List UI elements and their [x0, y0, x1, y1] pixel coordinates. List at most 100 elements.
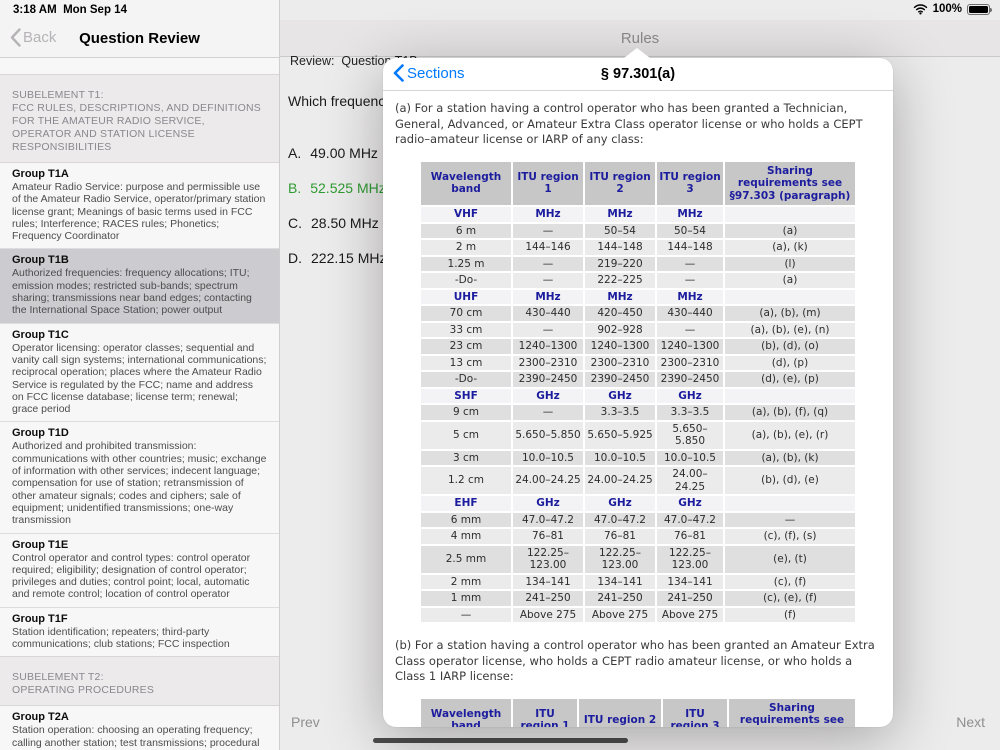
- table-row: — Above 275 Above 275 Above 275 (f): [421, 607, 855, 622]
- sidebar-item-group-t1e[interactable]: Group T1E Control operator and control ty…: [0, 532, 279, 607]
- table-cell: GHz: [513, 496, 583, 511]
- group-title: Group T1B: [12, 254, 69, 267]
- table-row: 6 mm 47.0–47.2 47.0–47.2 47.0–47.2—: [421, 512, 855, 527]
- answer-text: 222.15 MHz: [311, 250, 387, 266]
- frequency-table-b: Wavelength band ITU region 1 ITU region 2I…: [419, 697, 857, 727]
- table-cell: 23 cm: [421, 339, 511, 354]
- table-cell: (d), (p): [725, 355, 855, 370]
- column-header: Wavelength band: [421, 698, 511, 727]
- sidebar-item-group-t1a[interactable]: Group T1A Amateur Radio Service: purpose …: [0, 163, 279, 248]
- horizontal-scrollbar[interactable]: [373, 738, 628, 743]
- answer-row[interactable]: D. 222.15 MHz: [288, 250, 386, 266]
- table-cell: (a), (b), (e), (r): [725, 421, 855, 449]
- next-button[interactable]: Next: [956, 714, 985, 730]
- table-cell: 2.5 mm: [421, 545, 511, 573]
- rule-paragraph-b: (b) For a station having a control opera…: [395, 638, 875, 683]
- answer-letter: B.: [288, 180, 302, 196]
- table-cell: 47.0–47.2: [657, 512, 723, 527]
- table-cell: 134–141: [657, 574, 723, 589]
- group-description: Authorized frequencies: frequency alloca…: [12, 267, 252, 317]
- table-row: 1 mm 241–250 241–250 241–250 (c), (e), (f): [421, 591, 855, 606]
- table-cell: 2300–2310: [657, 355, 723, 370]
- table-cell: 10.0–10.5: [513, 450, 583, 465]
- table-row: 9 cm —3.3–3.5 3.3–3.5 (a), (b), (f), (q): [421, 405, 855, 420]
- table-cell: Above 275: [585, 607, 655, 622]
- table-row: 1.2 cm 24.00–24.25 24.00–24.25 24.00–24.25(…: [421, 467, 855, 494]
- table-cell: 33 cm: [421, 322, 511, 337]
- table-cell: EHF: [421, 496, 511, 511]
- table-cell: 2300–2310: [513, 355, 583, 370]
- table-cell: GHz: [657, 388, 723, 403]
- table-cell: 24.00–24.25: [657, 467, 723, 494]
- column-header: ITU region 3: [657, 161, 723, 205]
- rules-popover: Sections § 97.301(a) (a) For a station h…: [383, 58, 893, 727]
- table-row: EHF GHz GHz GHz: [421, 496, 855, 511]
- table-cell: (c), (f): [725, 574, 855, 589]
- popover-header: Sections § 97.301(a): [383, 58, 893, 91]
- table-cell: 1240–1300: [585, 339, 655, 354]
- table-cell: 430–440: [513, 306, 583, 321]
- column-header: Sharing requirements see §97.303 (paragr…: [725, 161, 855, 205]
- status-bar: 3:18 AM Mon Sep 14 100%: [0, 0, 1000, 20]
- table-cell: MHz: [513, 207, 583, 222]
- table-cell: 134–141: [585, 574, 655, 589]
- popover-arrow: [624, 48, 650, 58]
- table-cell: —: [657, 256, 723, 271]
- group-description: Amateur Radio Service: purpose and permi…: [12, 181, 266, 243]
- table-cell: 9 cm: [421, 405, 511, 420]
- group-description: Operator licensing: operator classes; se…: [12, 341, 267, 416]
- table-cell: (b), (d), (o): [725, 339, 855, 354]
- table-cell: —: [725, 512, 855, 527]
- table-cell: 2 mm: [421, 574, 511, 589]
- table-cell: GHz: [513, 388, 583, 403]
- table-cell: [725, 496, 855, 511]
- table-cell: 1.2 cm: [421, 467, 511, 494]
- table-cell: 122.25–123.00: [585, 545, 655, 573]
- column-header: ITU region 2: [585, 161, 655, 205]
- answer-row[interactable]: C. 28.50 MHz: [288, 215, 386, 231]
- table-row: UHF MHz MHz MHz: [421, 289, 855, 304]
- status-time-date: 3:18 AM Mon Sep 14: [13, 4, 127, 16]
- table-cell: GHz: [585, 496, 655, 511]
- sidebar-item-group-t1f[interactable]: Group T1F Station identification; repeate…: [0, 606, 279, 657]
- answer-text: 52.525 MHz: [310, 180, 386, 196]
- group-title: Group T1F: [12, 612, 68, 625]
- table-row: 2 m 144–146 144–148 144–148 (a), (k): [421, 240, 855, 255]
- sidebar-item-group-t1d[interactable]: Group T1D Authorized and prohibited trans…: [0, 421, 279, 532]
- table-row: 23 cm 1240–1300 1240–1300 1240–1300 (b), (d)…: [421, 339, 855, 354]
- rule-section-title: § 97.301(a): [600, 66, 676, 82]
- rule-content: (a) For a station having a control opera…: [383, 91, 893, 727]
- sidebar-item-group-t2a[interactable]: Group T2A Station operation: choosing an …: [0, 706, 279, 750]
- answer-text: 28.50 MHz: [311, 215, 379, 231]
- answer-row[interactable]: B. 52.525 MHz: [288, 180, 386, 196]
- table-cell: 5.650–5.850: [657, 421, 723, 449]
- table-row: 2 mm 134–141 134–141 134–141 (c), (f): [421, 574, 855, 589]
- table-cell: (a), (b), (f), (q): [725, 405, 855, 420]
- table-cell: 10.0–10.5: [657, 450, 723, 465]
- table-row: 13 cm 2300–2310 2300–2310 2300–2310 (d), (p): [421, 355, 855, 370]
- group-title: Group T1D: [12, 427, 69, 440]
- group-title: Group T1E: [12, 538, 69, 551]
- table-cell: 70 cm: [421, 306, 511, 321]
- group-title: Group T1C: [12, 328, 69, 341]
- table-cell: 76–81: [657, 529, 723, 544]
- table-cell: —: [513, 256, 583, 271]
- prev-button[interactable]: Prev: [291, 714, 320, 730]
- table-row: 5 cm 5.650–5.850 5.650–5.925 5.650–5.850 (a)…: [421, 421, 855, 449]
- answer-letter: A.: [288, 145, 302, 161]
- sidebar-item-group-t1b[interactable]: Group T1B Authorized frequencies: frequen…: [0, 248, 279, 323]
- table-cell: 3 cm: [421, 450, 511, 465]
- table-cell: MHz: [513, 289, 583, 304]
- table-cell: [725, 289, 855, 304]
- table-row: 70 cm 430–440 420–450 430–440 (a), (b), (m): [421, 306, 855, 321]
- table-cell: (c), (f), (s): [725, 529, 855, 544]
- group-description: Control operator and control types: cont…: [12, 551, 251, 601]
- sidebar-item-group-t1c[interactable]: Group T1C Operator licensing: operator cl…: [0, 322, 279, 422]
- column-header: Sharing requirements see §97.303 (paragr…: [729, 698, 855, 727]
- table-cell: 241–250: [657, 591, 723, 606]
- rules-button[interactable]: Rules: [280, 30, 1000, 47]
- table-cell: 47.0–47.2: [585, 512, 655, 527]
- table-cell: 5 cm: [421, 421, 511, 449]
- column-header: ITU region 1: [513, 698, 577, 727]
- answer-row[interactable]: A. 49.00 MHz: [288, 145, 386, 161]
